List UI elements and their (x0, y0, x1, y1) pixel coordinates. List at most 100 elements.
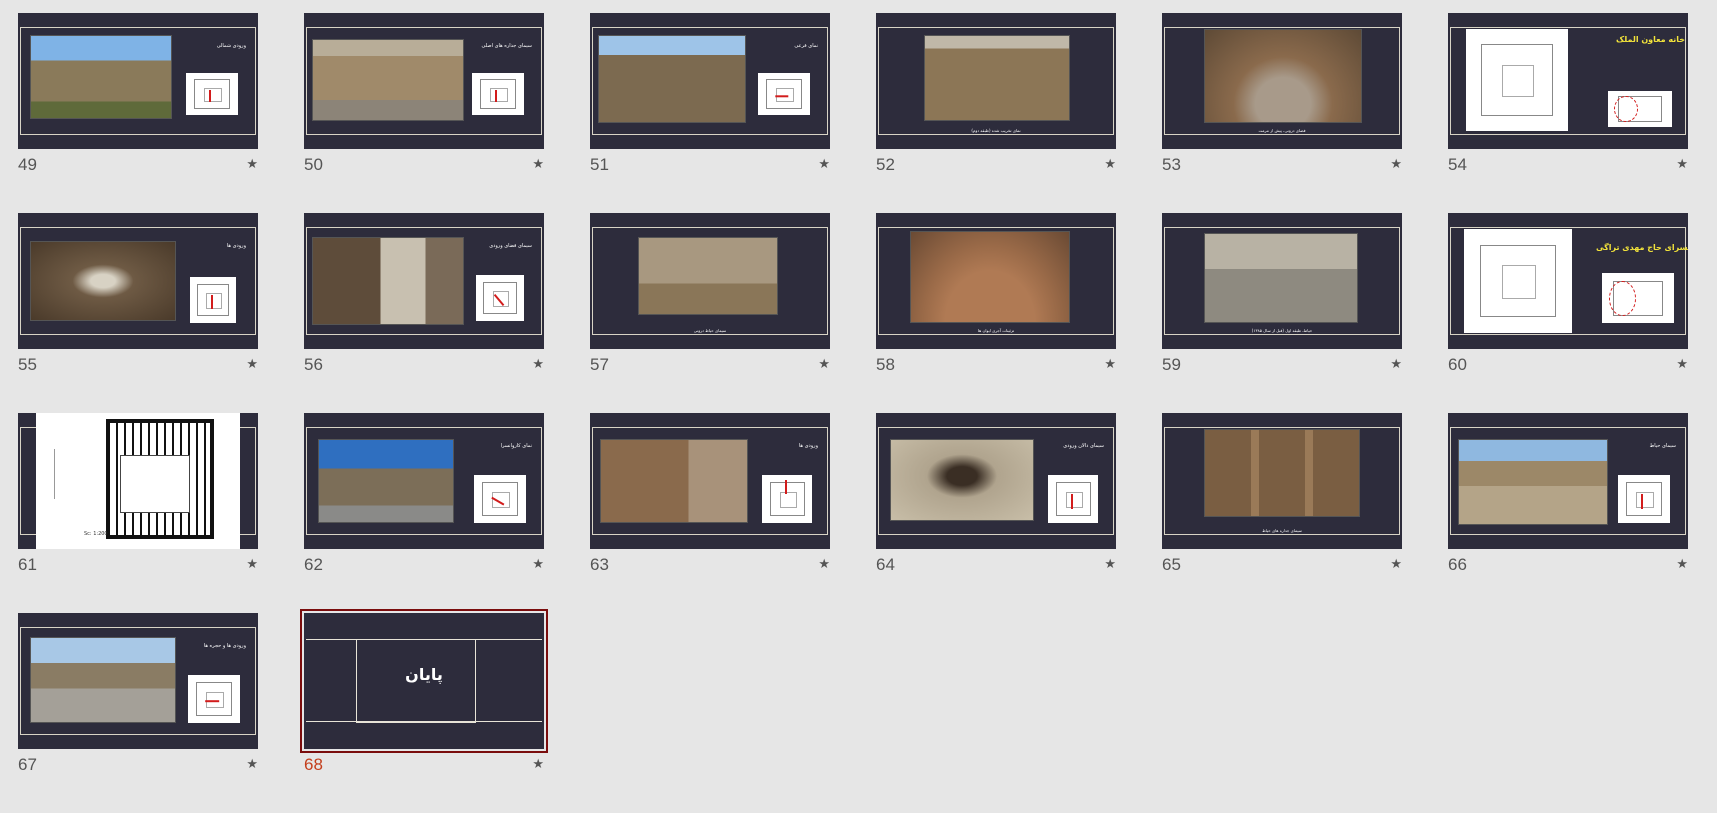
slide-photo (600, 439, 748, 523)
slide-thumbnail-68[interactable]: پایان 68 ★ (300, 609, 548, 813)
transition-star-icon[interactable]: ★ (1104, 357, 1116, 372)
slide-photo (598, 35, 746, 123)
slide-preview[interactable]: Sc: 1:200 (18, 413, 258, 549)
slide-number: 49 (18, 155, 37, 174)
slide-caption: تزئینات آجری ایوان ها (977, 328, 1015, 333)
transition-star-icon[interactable]: ★ (246, 557, 258, 572)
transition-star-icon[interactable]: ★ (1390, 357, 1402, 372)
slide-preview[interactable]: تزئینات آجری ایوان ها (876, 213, 1116, 349)
slide-thumbnail-59[interactable]: حیاط، طبقه اول (قبل از سال ۱۳۸۵) 59 ★ (1162, 213, 1402, 413)
transition-star-icon[interactable]: ★ (246, 357, 258, 372)
slide-thumbnail-58[interactable]: تزئینات آجری ایوان ها 58 ★ (876, 213, 1116, 413)
slide-thumbnail-55[interactable]: ورودی ها 55 ★ (18, 213, 258, 413)
slide-preview[interactable]: تجارت خانه معاون الملک (1448, 13, 1688, 149)
transition-star-icon[interactable]: ★ (246, 157, 258, 172)
transition-star-icon[interactable]: ★ (1676, 157, 1688, 172)
slide-thumbnail-54[interactable]: تجارت خانه معاون الملک 54 ★ (1448, 13, 1688, 213)
slide-preview[interactable]: ورودی ها (590, 413, 830, 549)
slide-number: 63 (590, 555, 609, 574)
transition-star-icon[interactable]: ★ (818, 357, 830, 372)
slide-thumbnail-65[interactable]: سیمای جداره های حیاط 65 ★ (1162, 413, 1402, 613)
slide-photo (318, 439, 454, 523)
transition-star-icon[interactable]: ★ (1390, 157, 1402, 172)
slide-thumbnail-57[interactable]: سیمای حیاط درونی 57 ★ (590, 213, 830, 413)
slide-title: سیمای دالان ورودی (1063, 443, 1104, 449)
slide-title: ورودی شمالی (216, 43, 246, 49)
slide-thumbnail-63[interactable]: ورودی ها 63 ★ (590, 413, 830, 613)
slide-number: 54 (1448, 155, 1467, 174)
floor-plan-thumbnail (1608, 91, 1672, 127)
slide-caption: حیاط، طبقه اول (قبل از سال ۱۳۸۵) (1251, 328, 1313, 333)
slide-title: سیمای فضای ورودی (489, 243, 532, 249)
slide-preview[interactable]: سیمای دالان ورودی (876, 413, 1116, 549)
slide-preview[interactable]: ورودی شمالی (18, 13, 258, 149)
slide-preview[interactable]: حیاط، طبقه اول (قبل از سال ۱۳۸۵) (1162, 213, 1402, 349)
transition-star-icon[interactable]: ★ (1390, 557, 1402, 572)
slide-photo (312, 39, 464, 121)
slide-thumbnail-64[interactable]: سیمای دالان ورودی 64 ★ (876, 413, 1116, 613)
slide-caption: فضای درونی، پیش از مرمت (1258, 128, 1306, 133)
slide-thumbnail-50[interactable]: سیمای جداره های اصلی 50 ★ (304, 13, 544, 213)
slide-number: 64 (876, 555, 895, 574)
slide-thumbnail-51[interactable]: نمای فرعی 51 ★ (590, 13, 830, 213)
slide-title: ورودی ها (226, 243, 246, 249)
transition-star-icon[interactable]: ★ (1104, 157, 1116, 172)
transition-star-icon[interactable]: ★ (532, 357, 544, 372)
site-plan-drawing (1464, 229, 1572, 333)
floor-plan-thumbnail (190, 277, 236, 323)
slide-number: 65 (1162, 555, 1181, 574)
transition-star-icon[interactable]: ★ (246, 757, 258, 772)
floor-plan-thumbnail (186, 73, 238, 115)
slide-photo (30, 35, 172, 119)
slide-number: 59 (1162, 355, 1181, 374)
transition-star-icon[interactable]: ★ (818, 157, 830, 172)
transition-star-icon[interactable]: ★ (818, 557, 830, 572)
floor-plan-thumbnail (1618, 475, 1670, 523)
slide-preview[interactable]: فضای درونی، پیش از مرمت (1162, 13, 1402, 149)
slide-thumbnail-56[interactable]: سیمای فضای ورودی 56 ★ (304, 213, 544, 413)
drawing-legend (54, 449, 83, 499)
floor-plan-thumbnail (474, 475, 526, 523)
slide-thumbnail-53[interactable]: فضای درونی، پیش از مرمت 53 ★ (1162, 13, 1402, 213)
slide-preview[interactable]: کاروانسرای حاج مهدی تراگی (1448, 213, 1688, 349)
slide-number: 67 (18, 755, 37, 774)
floor-plan-thumbnail (476, 275, 524, 321)
slide-thumbnail-67[interactable]: ورودی ها و حجره ها 67 ★ (18, 613, 258, 813)
transition-star-icon[interactable]: ★ (1676, 557, 1688, 572)
slide-preview[interactable]: سیمای حیاط (1448, 413, 1688, 549)
floor-plan-thumbnail (758, 73, 810, 115)
slide-number: 61 (18, 555, 37, 574)
slide-title: ورودی ها و حجره ها (203, 643, 246, 649)
slide-thumbnail-49[interactable]: ورودی شمالی 49 ★ (18, 13, 258, 213)
slide-preview[interactable]: نمای کاروانسرا (304, 413, 544, 549)
transition-star-icon[interactable]: ★ (1104, 557, 1116, 572)
architectural-plan-drawing: Sc: 1:200 (36, 413, 240, 549)
transition-star-icon[interactable]: ★ (532, 757, 544, 772)
slide-photo (910, 231, 1070, 323)
slide-thumbnail-52[interactable]: نمای تخریب شده (طبقه دوم) 52 ★ (876, 13, 1116, 213)
slide-preview[interactable]: سیمای جداره های اصلی (304, 13, 544, 149)
slide-title: ورودی ها (798, 443, 818, 449)
transition-star-icon[interactable]: ★ (532, 157, 544, 172)
slide-preview[interactable]: ورودی ها و حجره ها (18, 613, 258, 749)
slide-caption: سیمای حیاط درونی (693, 328, 727, 333)
transition-star-icon[interactable]: ★ (532, 557, 544, 572)
slide-thumbnail-62[interactable]: نمای کاروانسرا 62 ★ (304, 413, 544, 613)
slide-preview[interactable]: پایان (300, 609, 548, 753)
slide-preview[interactable]: نمای فرعی (590, 13, 830, 149)
slide-thumbnail-66[interactable]: سیمای حیاط 66 ★ (1448, 413, 1688, 613)
transition-star-icon[interactable]: ★ (1676, 357, 1688, 372)
slide-preview[interactable]: ورودی ها (18, 213, 258, 349)
slide-number: 55 (18, 355, 37, 374)
slide-title: نمای کاروانسرا (500, 443, 532, 449)
slide-preview[interactable]: سیمای جداره های حیاط (1162, 413, 1402, 549)
slide-number: 56 (304, 355, 323, 374)
slide-preview[interactable]: سیمای حیاط درونی (590, 213, 830, 349)
slide-thumbnail-60[interactable]: کاروانسرای حاج مهدی تراگی 60 ★ (1448, 213, 1688, 413)
floor-plan-thumbnail (1602, 273, 1674, 323)
slide-preview[interactable]: نمای تخریب شده (طبقه دوم) (876, 13, 1116, 149)
slide-preview[interactable]: سیمای فضای ورودی (304, 213, 544, 349)
slide-number: 60 (1448, 355, 1467, 374)
slide-number: 68 (304, 755, 323, 774)
slide-thumbnail-61[interactable]: Sc: 1:200 61 ★ (18, 413, 258, 613)
